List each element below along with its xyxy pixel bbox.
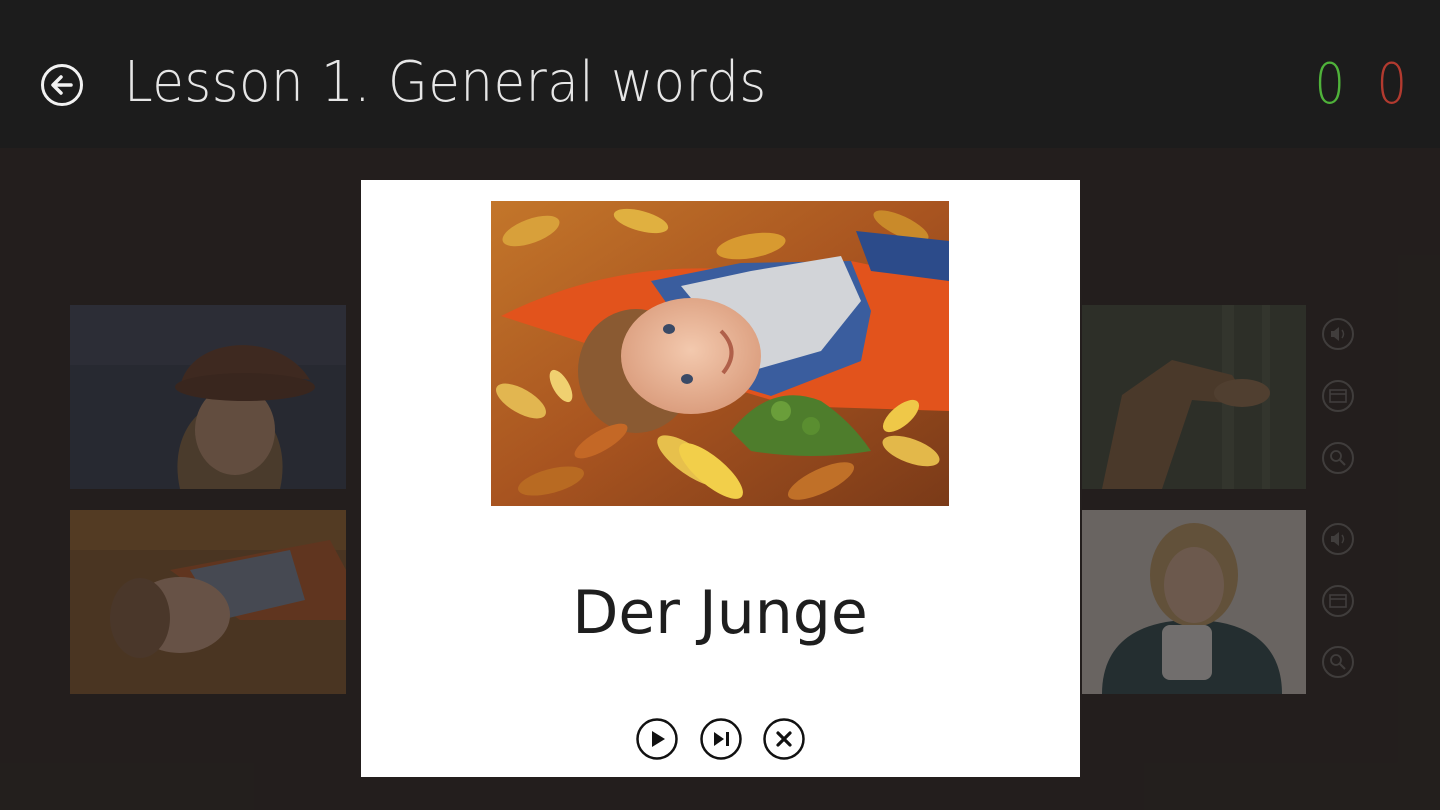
play-button[interactable] <box>636 718 678 760</box>
flashcard-word: Der Junge <box>572 578 868 648</box>
flashcard-dialog <box>361 180 1080 777</box>
close-icon <box>763 718 805 760</box>
page-title: Lesson 1. General words <box>124 50 767 115</box>
boy-in-leaves-image <box>491 201 949 506</box>
close-button[interactable] <box>763 718 805 760</box>
next-button[interactable] <box>700 718 742 760</box>
skip-next-icon <box>700 718 742 760</box>
correct-score: 0 <box>1314 52 1345 117</box>
app-header: Lesson 1. General words 0 0 <box>0 0 1440 148</box>
flashcard-photo <box>491 201 949 506</box>
back-button[interactable] <box>40 63 84 107</box>
play-icon <box>636 718 678 760</box>
back-arrow-circle-icon <box>41 64 83 106</box>
wrong-score: 0 <box>1376 52 1407 117</box>
